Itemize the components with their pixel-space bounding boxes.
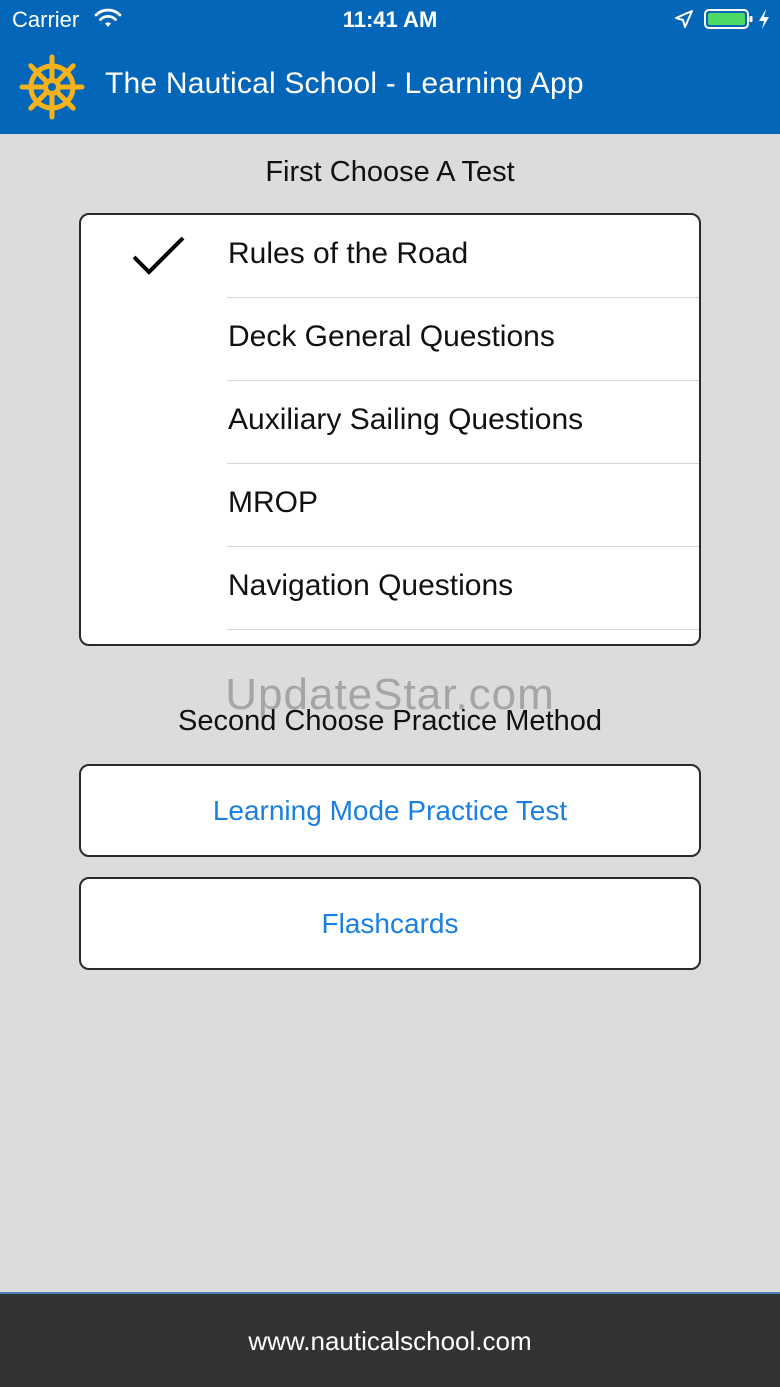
learning-mode-button[interactable]: Learning Mode Practice Test [79, 764, 701, 857]
test-item-navigation[interactable]: Navigation Questions [81, 547, 699, 630]
test-list: Rules of the Road Deck General Questions… [79, 213, 701, 646]
footer-website-link[interactable]: www.nauticalschool.com [0, 1292, 780, 1387]
test-item-label: Auxiliary Sailing Questions [228, 403, 584, 436]
battery-icon [704, 9, 753, 29]
choose-test-heading: First Choose A Test [265, 156, 515, 188]
clock: 11:41 AM [342, 7, 438, 32]
flashcards-button[interactable]: Flashcards [79, 877, 701, 970]
test-item-label: Navigation Questions [228, 569, 514, 602]
test-item-label: Deck General Questions [228, 320, 555, 353]
location-arrow-icon [675, 10, 693, 28]
charging-bolt-icon [759, 9, 769, 29]
status-bar: Carrier 11:41 AM [0, 0, 780, 40]
divider [227, 629, 699, 630]
test-item-deck-general[interactable]: Deck General Questions [81, 298, 699, 381]
test-item-label: MROP [228, 486, 318, 519]
test-item-auxiliary-sailing[interactable]: Auxiliary Sailing Questions [81, 381, 699, 464]
ship-wheel-icon [19, 54, 85, 120]
app-title: The Nautical School - Learning App [105, 67, 584, 100]
test-item-label: Rules of the Road [228, 237, 469, 270]
app-header: The Nautical School - Learning App [0, 40, 780, 134]
choose-method-heading: Second Choose Practice Method [178, 705, 602, 737]
test-item-rules-of-the-road[interactable]: Rules of the Road [81, 215, 699, 298]
checkmark-icon [132, 236, 185, 275]
test-item-mrop[interactable]: MROP [81, 464, 699, 547]
